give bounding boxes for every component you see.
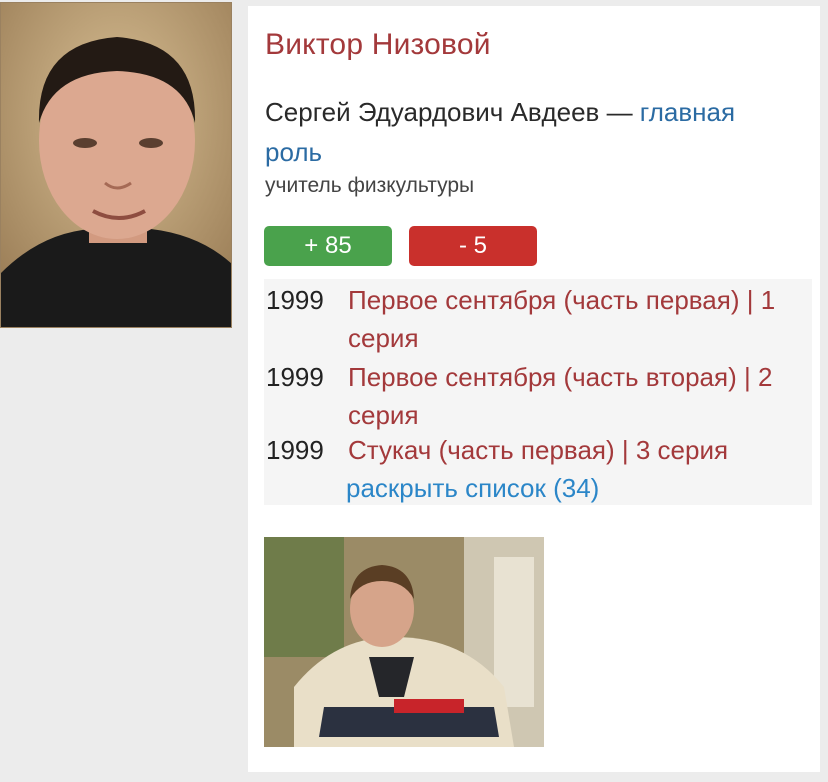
actor-line: Сергей Эдуардович Авдеев — главная роль — [265, 92, 785, 172]
still-image — [264, 537, 544, 747]
film-year: 1999 — [266, 285, 324, 315]
vote-down-button[interactable]: - 5 — [409, 226, 537, 266]
character-name: Виктор Низовой — [265, 28, 491, 61]
film-row: 1999 Первое сентября (часть вторая) | 2 … — [264, 358, 812, 434]
filmography-list: 1999 Первое сентября (часть первая) | 1 … — [264, 279, 812, 505]
film-link[interactable]: Первое сентября (часть вторая) | 2 серия — [348, 358, 798, 434]
film-row: 1999 Стукач (часть первая) | 3 серия — [264, 431, 812, 469]
episode-still[interactable] — [264, 537, 544, 747]
film-link[interactable]: Первое сентября (часть первая) | 1 серия — [348, 281, 798, 357]
portrait-image — [1, 3, 231, 327]
actor-portrait — [0, 2, 232, 328]
film-link[interactable]: Стукач (часть первая) | 3 серия — [348, 431, 808, 469]
vote-up-button[interactable]: + 85 — [264, 226, 392, 266]
film-year: 1999 — [266, 362, 324, 392]
expand-list-link[interactable]: раскрыть список (34) — [346, 469, 599, 507]
character-card: Виктор Низовой Сергей Эдуардович Авдеев … — [248, 6, 820, 772]
role-dash: — — [599, 97, 640, 127]
film-row: 1999 Первое сентября (часть первая) | 1 … — [264, 281, 812, 357]
actor-name: Сергей Эдуардович Авдеев — [265, 97, 600, 127]
film-year: 1999 — [266, 435, 324, 465]
character-description: учитель физкультуры — [265, 174, 475, 197]
